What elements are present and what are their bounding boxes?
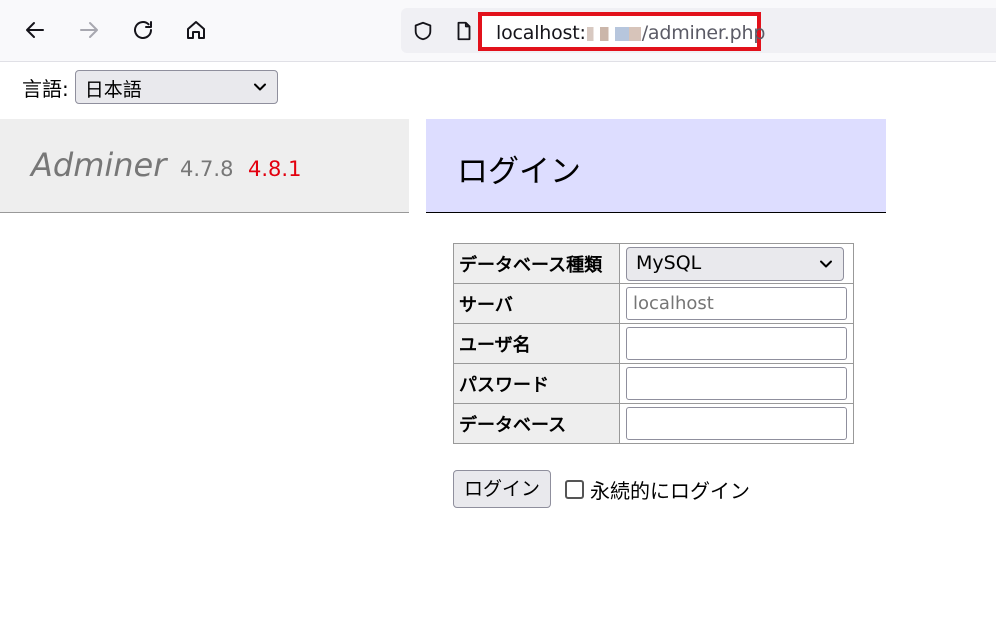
new-version-link[interactable]: 4.8.1 <box>248 157 301 181</box>
language-selected: 日本語 <box>84 79 142 101</box>
url-host: localhost: <box>496 22 586 44</box>
reload-icon <box>134 21 152 39</box>
forward-arrow-icon <box>80 22 98 38</box>
back-arrow-icon <box>26 22 44 38</box>
chevron-down-icon <box>253 83 266 91</box>
system-selected: MySQL <box>636 251 702 274</box>
home-icon <box>187 21 205 39</box>
system-select[interactable]: MySQL <box>626 246 844 281</box>
system-label: データベース種類 <box>453 243 620 284</box>
password-cell <box>619 363 854 404</box>
username-input[interactable] <box>626 327 847 360</box>
reload-button[interactable] <box>126 13 160 47</box>
username-label: ユーザ名 <box>453 323 620 364</box>
language-label: 言語: <box>22 76 69 101</box>
server-cell: localhost <box>619 283 854 324</box>
url-text[interactable]: localhost: /adminer.php <box>496 22 765 44</box>
server-input[interactable]: localhost <box>626 287 847 320</box>
form-row-system: データベース種類 MySQL <box>453 243 854 284</box>
form-row-database: データベース <box>453 403 854 444</box>
page-icon[interactable] <box>453 20 475 42</box>
password-label: パスワード <box>453 363 620 404</box>
browser-toolbar: localhost: /adminer.php <box>0 0 996 62</box>
username-cell <box>619 323 854 364</box>
database-cell <box>619 403 854 444</box>
url-path: /adminer.php <box>641 22 766 44</box>
database-label: データベース <box>453 403 620 444</box>
login-form: データベース種類 MySQL サーバ localhost ユーザ名 パスワード … <box>453 243 854 444</box>
permanent-login-label[interactable]: 永続的にログイン <box>590 475 750 504</box>
form-row-server: サーバ localhost <box>453 283 854 324</box>
language-select[interactable]: 日本語 <box>74 70 278 104</box>
database-input[interactable] <box>626 407 847 440</box>
server-label: サーバ <box>453 283 620 324</box>
back-button[interactable] <box>18 13 52 47</box>
chevron-down-icon <box>820 260 832 267</box>
brand-name[interactable]: Adminer <box>31 146 166 184</box>
language-row: 言語: 日本語 <box>22 70 278 104</box>
home-button[interactable] <box>179 13 213 47</box>
forward-button[interactable] <box>72 13 106 47</box>
content-header: ログイン <box>426 119 886 213</box>
login-button[interactable]: ログイン <box>453 470 551 508</box>
version: 4.7.8 <box>180 157 234 181</box>
redacted-port <box>586 26 641 41</box>
permanent-login-checkbox[interactable] <box>565 480 584 499</box>
page-title: ログイン <box>457 154 581 190</box>
shield-icon[interactable] <box>412 20 434 42</box>
password-input[interactable] <box>626 367 847 400</box>
form-row-username: ユーザ名 <box>453 323 854 364</box>
url-highlight-box: localhost: /adminer.php <box>478 12 765 51</box>
form-row-password: パスワード <box>453 363 854 404</box>
system-cell: MySQL <box>619 243 854 284</box>
menu-panel: Adminer 4.7.8 4.8.1 <box>0 119 409 213</box>
